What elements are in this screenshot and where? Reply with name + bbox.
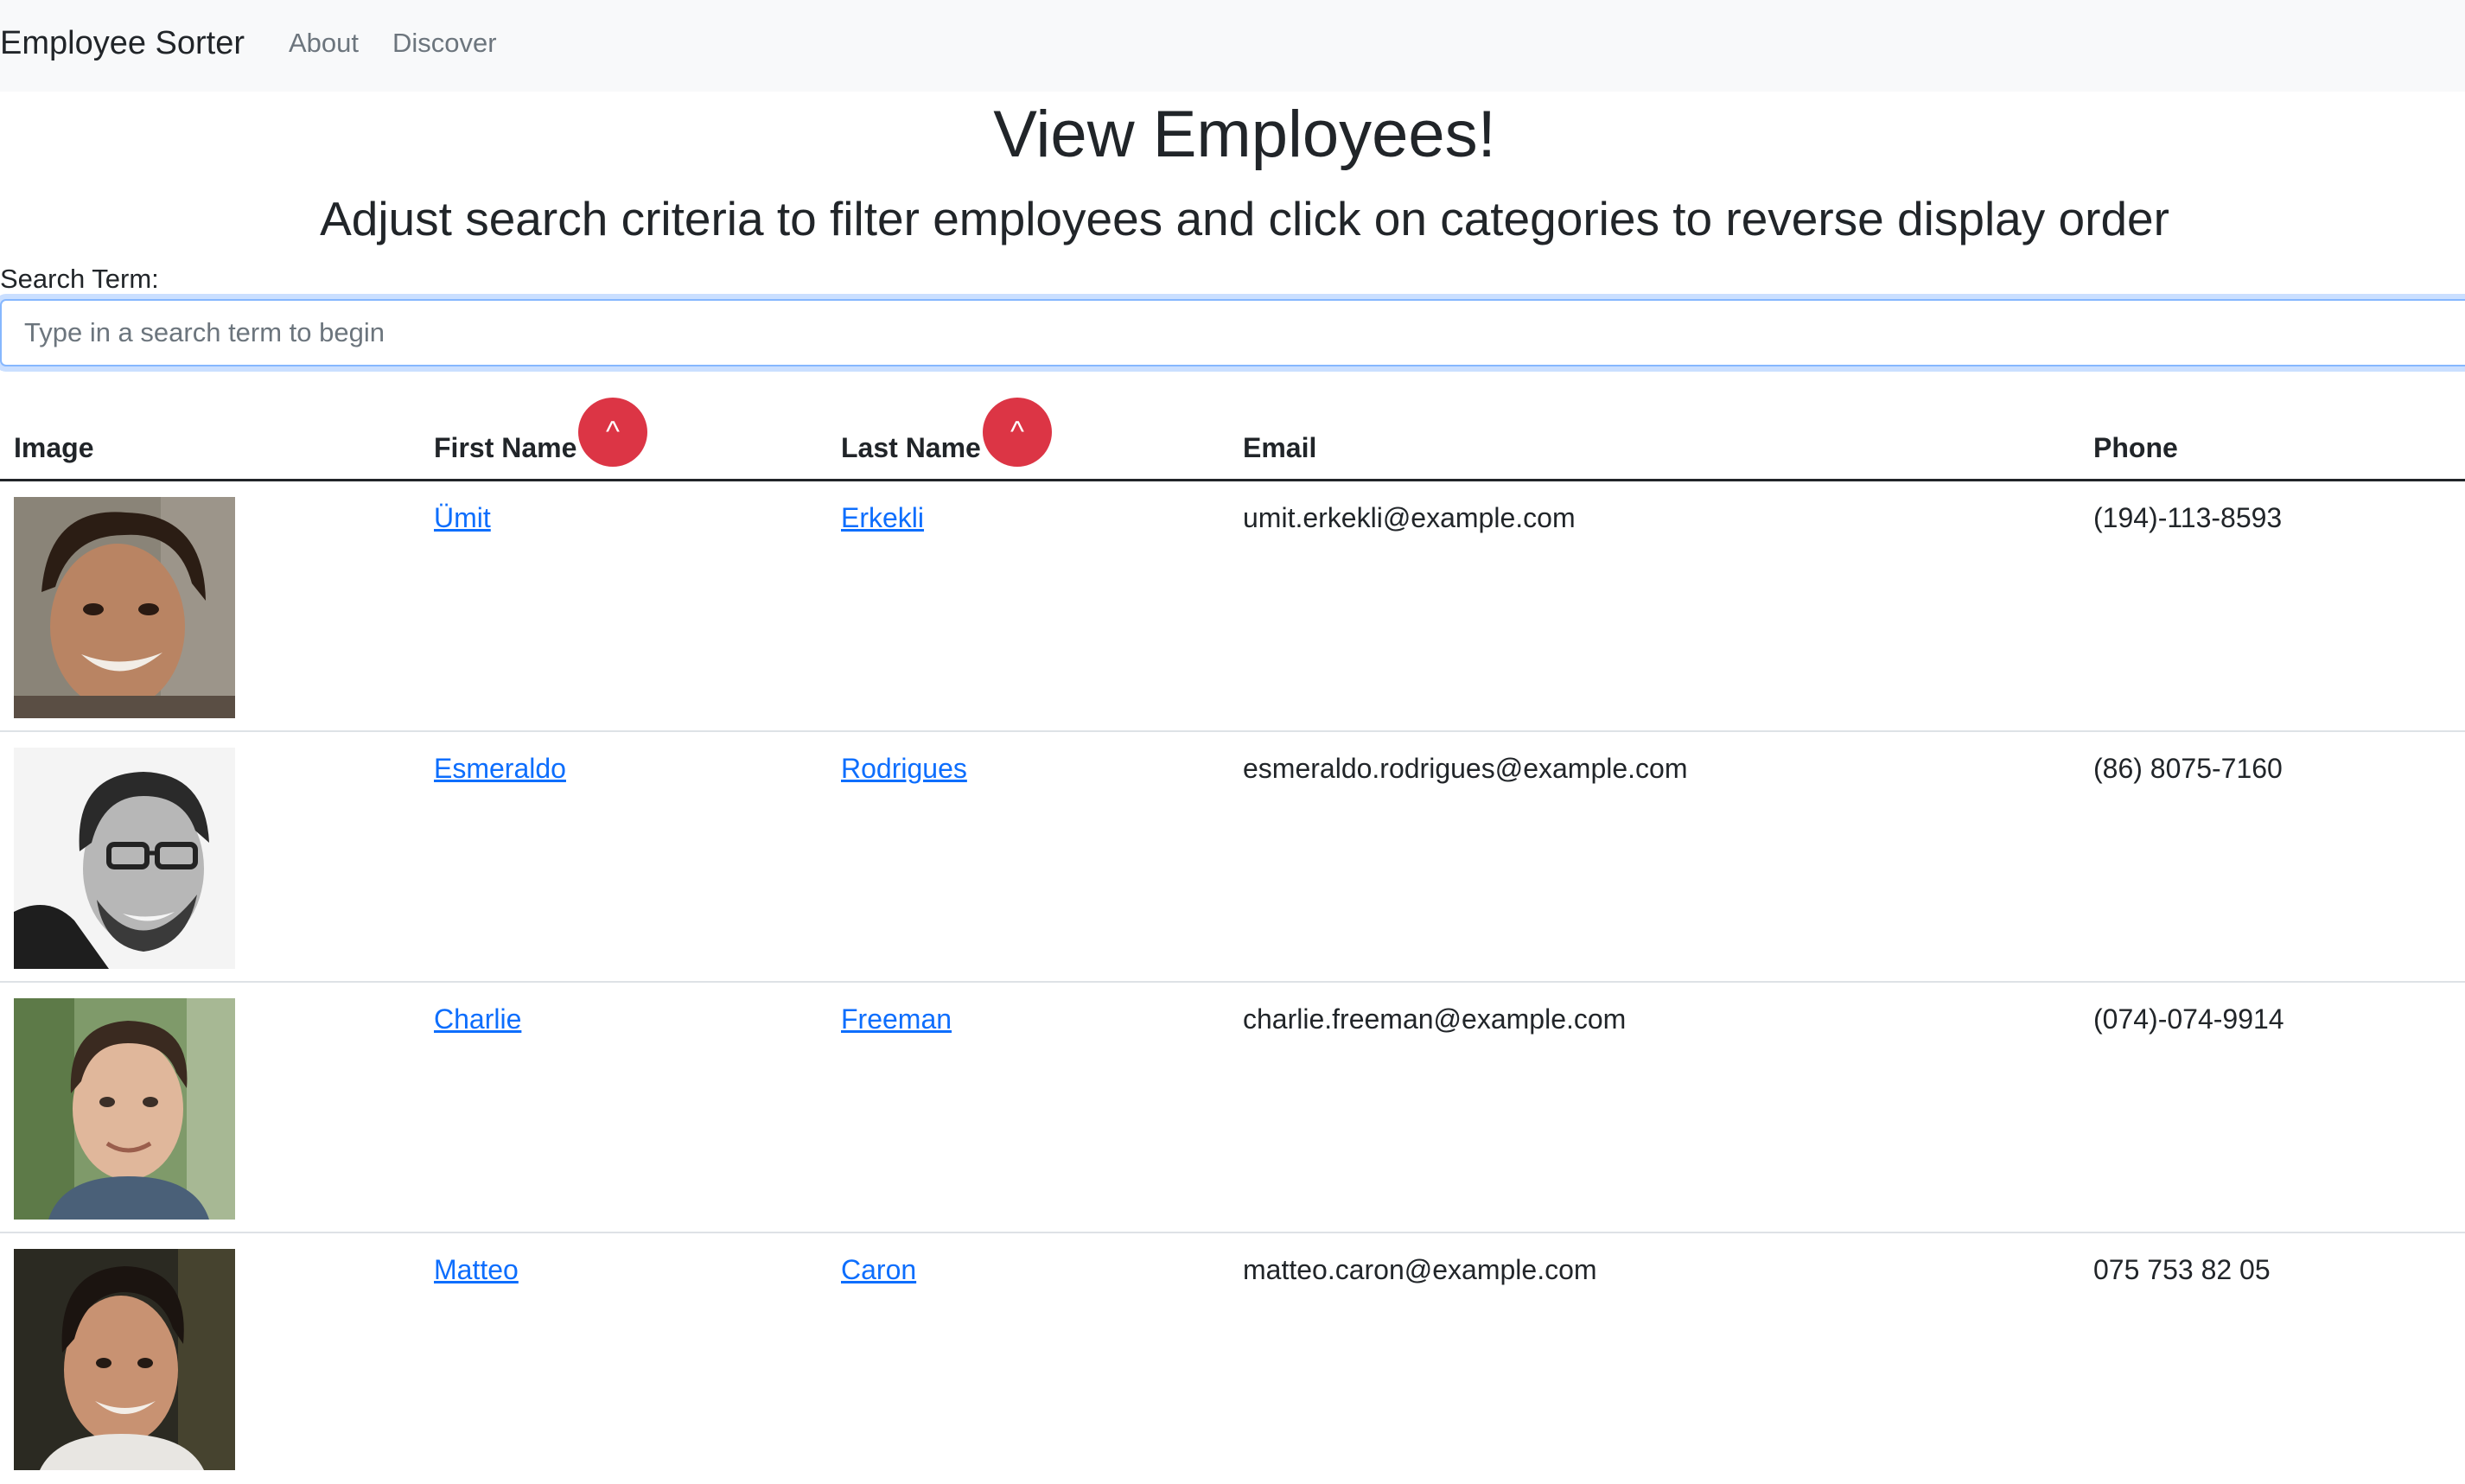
employee-photo <box>14 998 235 1220</box>
column-header-first-name[interactable]: First Name <box>434 429 576 467</box>
table-row: Charlie Freeman charlie.freeman@example.… <box>0 983 2465 1233</box>
first-name-link[interactable]: Charlie <box>434 1003 521 1035</box>
last-name-link[interactable]: Erkekli <box>841 502 924 533</box>
phone-text: (074)-074-9914 <box>2093 1003 2284 1035</box>
sort-first-name-button[interactable]: ^ <box>578 398 647 467</box>
phone-text: (194)-113-8593 <box>2093 502 2283 533</box>
first-name-link[interactable]: Matteo <box>434 1254 519 1285</box>
navbar: Employee Sorter About Discover <box>0 0 2465 92</box>
column-header-last-name[interactable]: Last Name <box>841 429 981 467</box>
page-subtitle: Adjust search criteria to filter employe… <box>320 192 2169 245</box>
first-name-link[interactable]: Ümit <box>434 502 491 533</box>
email-text: charlie.freeman@example.com <box>1243 1003 1627 1035</box>
last-name-link[interactable]: Freeman <box>841 1003 952 1035</box>
table-row: Esmeraldo Rodrigues esmeraldo.rodrigues@… <box>0 732 2465 983</box>
column-header-image: Image <box>14 432 94 463</box>
nav-link-about[interactable]: About <box>289 24 359 62</box>
table-row: Ümit Erkekli umit.erkekli@example.com (1… <box>0 481 2465 732</box>
employee-photo <box>14 748 235 969</box>
email-text: matteo.caron@example.com <box>1243 1254 1597 1285</box>
search-input[interactable] <box>0 299 2465 366</box>
search-label: Search Term: <box>0 264 159 294</box>
nav-link-discover[interactable]: Discover <box>392 24 497 62</box>
employee-photo <box>14 497 235 718</box>
last-name-link[interactable]: Rodrigues <box>841 753 967 784</box>
sort-last-name-button[interactable]: ^ <box>983 398 1052 467</box>
first-name-link[interactable]: Esmeraldo <box>434 753 566 784</box>
email-text: esmeraldo.rodrigues@example.com <box>1243 753 1688 784</box>
phone-text: (86) 8075-7160 <box>2093 753 2283 784</box>
employee-photo <box>14 1249 235 1470</box>
email-text: umit.erkekli@example.com <box>1243 502 1576 533</box>
phone-text: 075 753 82 05 <box>2093 1254 2271 1285</box>
table-row: Matteo Caron matteo.caron@example.com 07… <box>0 1233 2465 1484</box>
last-name-link[interactable]: Caron <box>841 1254 916 1285</box>
column-header-phone: Phone <box>2093 432 2178 463</box>
column-header-email: Email <box>1243 432 1317 463</box>
page-title: View Employees! <box>993 98 1496 171</box>
brand-link[interactable]: Employee Sorter <box>0 21 245 66</box>
